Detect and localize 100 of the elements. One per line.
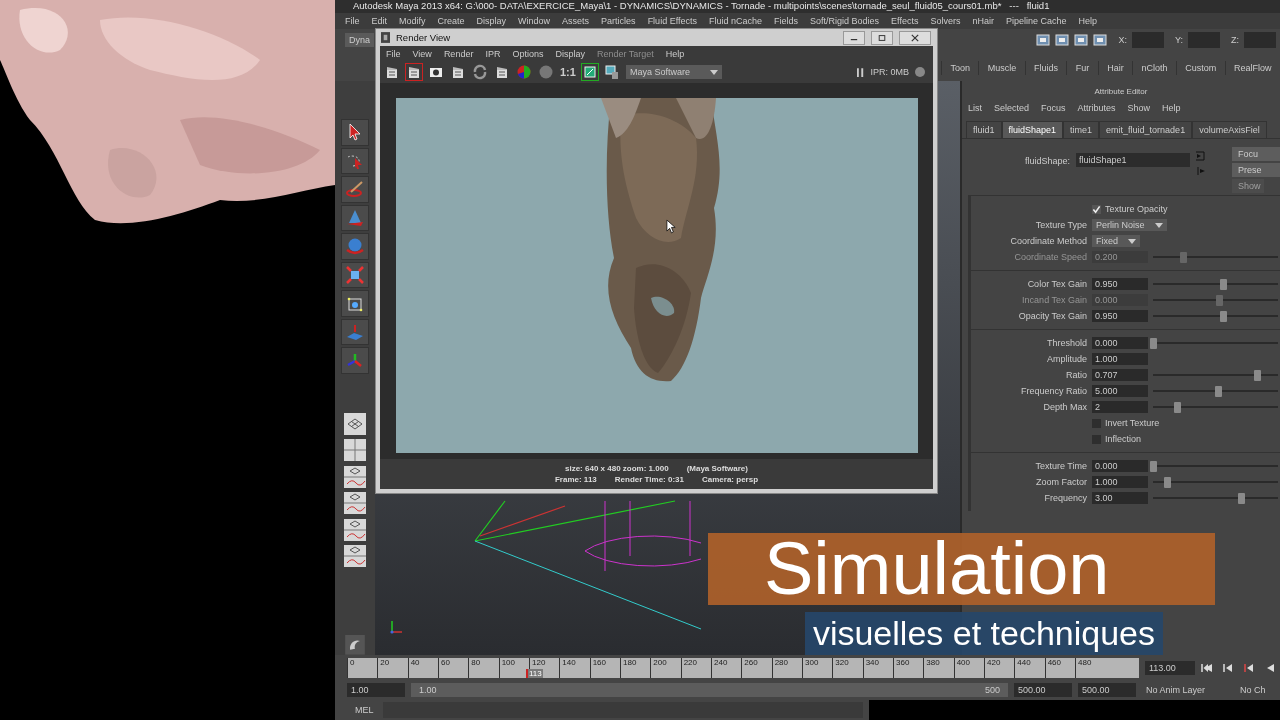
menu-item[interactable]: Help: [1162, 103, 1181, 113]
menu-item[interactable]: Edit: [371, 16, 388, 26]
attribute-field[interactable]: 0.950: [1092, 310, 1148, 322]
mode-dropdown[interactable]: Dyna: [345, 33, 374, 47]
attribute-dropdown[interactable]: Perlin Noise: [1092, 219, 1167, 231]
shelf-tab[interactable]: Fluids: [1024, 61, 1067, 75]
tool-button[interactable]: [341, 290, 369, 317]
menu-item[interactable]: Particles: [601, 16, 636, 26]
menu-item[interactable]: Focus: [1041, 103, 1066, 113]
panel-button[interactable]: Prese: [1232, 163, 1280, 177]
clapper-region-icon[interactable]: [406, 64, 422, 80]
coordinate-field[interactable]: [1244, 32, 1276, 48]
menu-item[interactable]: File: [345, 16, 360, 26]
attribute-field[interactable]: 0.707: [1092, 369, 1148, 381]
menu-item[interactable]: Fluid nCache: [709, 16, 762, 26]
toolbar-icon[interactable]: [1036, 33, 1051, 47]
keep-image-icon[interactable]: [581, 64, 598, 80]
menu-item[interactable]: Attributes: [1077, 103, 1116, 113]
attribute-field[interactable]: 0.000: [1092, 337, 1148, 349]
attribute-field[interactable]: 0.950: [1092, 278, 1148, 290]
menu-item[interactable]: Modify: [399, 16, 426, 26]
menu-item[interactable]: Fluid Effects: [647, 16, 697, 26]
end-time-field[interactable]: 500.00: [1014, 683, 1072, 697]
slider-thumb[interactable]: [1253, 369, 1261, 381]
start-time-field[interactable]: 1.00: [347, 683, 405, 697]
character-dropdown[interactable]: No Ch: [1236, 683, 1274, 697]
remove-image-icon[interactable]: [603, 64, 620, 80]
menu-item[interactable]: Display: [476, 16, 507, 26]
anim-layer-dropdown[interactable]: No Anim Layer: [1142, 683, 1230, 697]
alpha-channel-icon[interactable]: [538, 64, 554, 80]
range-slider[interactable]: 1.00 500: [411, 683, 1008, 697]
refresh-icon[interactable]: [472, 64, 488, 80]
slider-thumb[interactable]: [1215, 385, 1222, 397]
clapper-ipr-icon[interactable]: [450, 64, 466, 80]
menu-item[interactable]: Show: [1127, 103, 1151, 113]
input-connection-icon[interactable]: [1196, 151, 1206, 161]
attribute-field[interactable]: 0.000: [1092, 460, 1148, 472]
current-frame-field[interactable]: 113.00: [1145, 660, 1195, 675]
panel-button[interactable]: Focu: [1232, 147, 1280, 161]
shelf-tab[interactable]: Hair: [1097, 61, 1133, 75]
menu-item[interactable]: nHair: [972, 16, 994, 26]
attribute-field[interactable]: 2: [1092, 401, 1148, 413]
node-tab[interactable]: time1: [1063, 121, 1100, 138]
maximize-button[interactable]: [871, 30, 893, 45]
menu-item[interactable]: IPR: [485, 48, 501, 59]
attribute-field[interactable]: 3.00: [1092, 492, 1148, 504]
slider-thumb[interactable]: [1173, 401, 1181, 413]
layout-button[interactable]: [342, 544, 368, 569]
command-language-label[interactable]: MEL: [355, 705, 377, 715]
menu-item[interactable]: Options: [512, 48, 544, 59]
dragon-logo-icon[interactable]: [345, 635, 365, 656]
shelf-tab[interactable]: Toon: [941, 61, 979, 75]
coordinate-field[interactable]: [1132, 32, 1164, 48]
menu-item[interactable]: Soft/Rigid Bodies: [810, 16, 880, 26]
attribute-field[interactable]: 1.000: [1092, 476, 1148, 488]
menu-item[interactable]: Solvers: [930, 16, 961, 26]
menu-item[interactable]: Selected: [994, 103, 1030, 113]
node-name-field[interactable]: fluidShape1: [1076, 153, 1190, 167]
attribute-field[interactable]: 1.000: [1092, 353, 1148, 365]
slider-thumb[interactable]: [1237, 492, 1245, 504]
menu-item[interactable]: View: [412, 48, 432, 59]
close-button[interactable]: [899, 30, 931, 45]
max-time-field[interactable]: 500.00: [1078, 683, 1136, 697]
previous-key-icon[interactable]: [1243, 662, 1255, 673]
shelf-tab[interactable]: nCloth: [1132, 61, 1176, 75]
node-tab[interactable]: fluid1: [966, 121, 1002, 138]
menu-item[interactable]: List: [968, 103, 982, 113]
layout-button[interactable]: [342, 437, 368, 463]
layout-button[interactable]: [342, 411, 368, 436]
clapper-sequence-icon[interactable]: [494, 64, 510, 80]
tool-button[interactable]: [341, 261, 369, 289]
menu-item[interactable]: File: [386, 48, 401, 59]
layout-button[interactable]: [342, 517, 368, 543]
clapper-icon[interactable]: [384, 64, 400, 80]
slider-thumb[interactable]: [1220, 278, 1227, 290]
shelf-tab[interactable]: RealFlow: [1224, 61, 1280, 75]
menu-item[interactable]: Render: [443, 48, 474, 59]
shelf-tab[interactable]: Fur: [1066, 61, 1098, 75]
toolbar-icon[interactable]: [1074, 33, 1089, 47]
attribute-field[interactable]: 5.000: [1092, 385, 1148, 397]
tool-button[interactable]: [341, 119, 369, 146]
slider-thumb[interactable]: [1150, 460, 1157, 472]
color-channels-icon[interactable]: [516, 64, 532, 80]
node-tab[interactable]: emit_fluid_tornade1: [1099, 121, 1193, 138]
pause-icon[interactable]: [857, 67, 865, 77]
menu-item[interactable]: Help: [1078, 16, 1098, 26]
tool-button[interactable]: [341, 204, 369, 232]
attribute-dropdown[interactable]: Fixed: [1092, 235, 1140, 247]
menu-item[interactable]: Window: [518, 16, 551, 26]
node-tab[interactable]: volumeAxisFiel: [1192, 121, 1267, 138]
shelf-tab[interactable]: Custom: [1175, 61, 1225, 75]
menu-item[interactable]: Help: [665, 48, 685, 59]
time-slider[interactable]: 0 20 40 60 80 100 120 140 160 180 200 220 240 260 280 300 320 340 360 380 400 420 440 460 480 113: [347, 657, 1139, 678]
menu-item[interactable]: Fields: [774, 16, 799, 26]
layout-button[interactable]: [342, 464, 368, 489]
menu-item[interactable]: Effects: [891, 16, 919, 26]
toolbar-icon[interactable]: [1055, 33, 1070, 47]
slider-thumb[interactable]: [1220, 310, 1227, 322]
shelf-tab[interactable]: Muscle: [978, 61, 1025, 75]
layout-button[interactable]: [342, 490, 368, 516]
